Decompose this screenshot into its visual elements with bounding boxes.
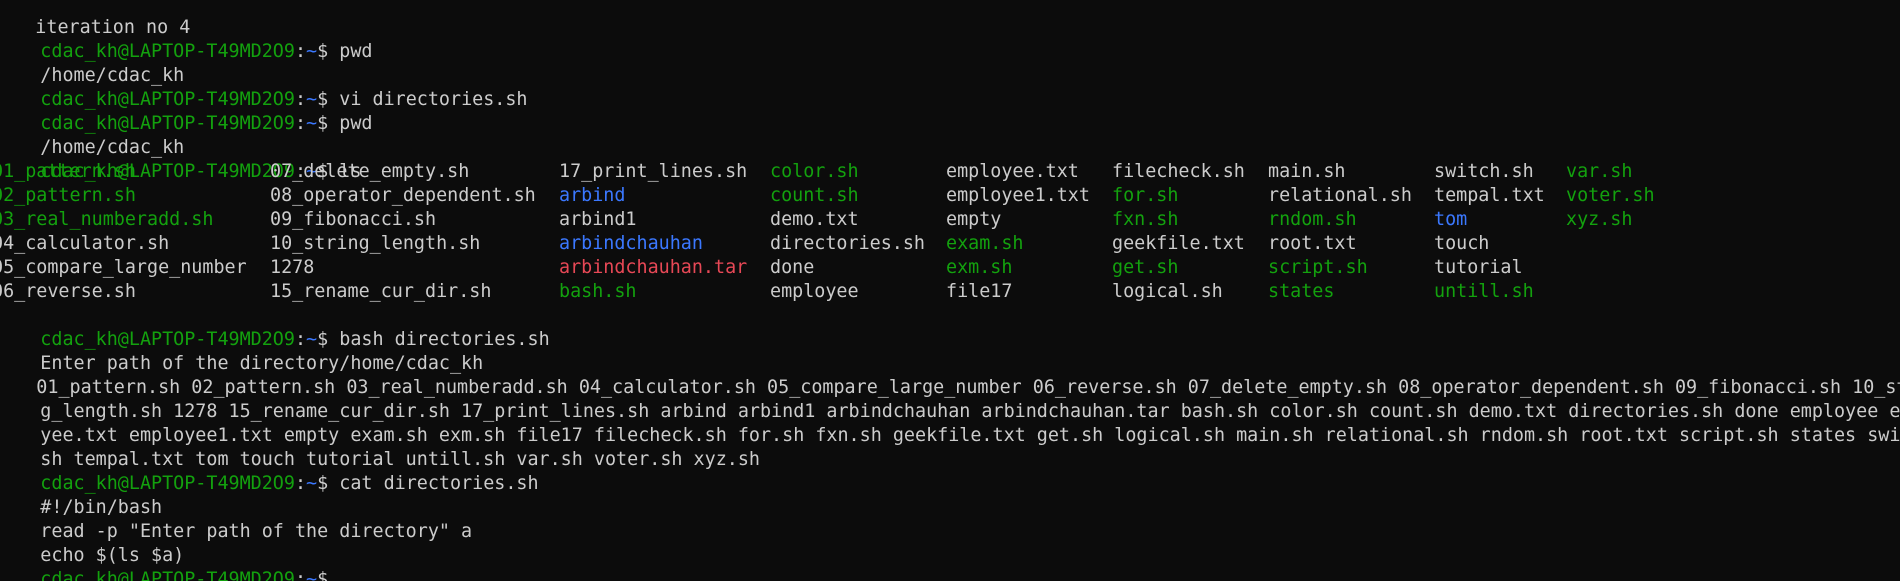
ls-output-row: 03_real_numberadd.sh 09_fibonacci.sh arb…: [0, 208, 1900, 232]
ls-entry: 17_print_lines.sh: [559, 161, 748, 182]
ls-entry: arbindchauhan.tar: [559, 257, 748, 278]
ls-entry: tom: [1434, 209, 1468, 230]
ls-entry: 02_pattern.sh: [0, 185, 136, 206]
ls-entry: 10_string_length.sh: [270, 233, 481, 254]
ls-output-row: 04_calculator.sh 10_string_length.sh arb…: [0, 232, 1900, 256]
prompt-symbol: $: [317, 569, 329, 581]
ls-entry: employee.txt: [946, 161, 1079, 182]
terminal-window[interactable]: iteration no 4 cdac_kh@LAPTOP-T49MD2O9:~…: [0, 0, 1900, 581]
ls-entry: 15_rename_cur_dir.sh: [270, 281, 492, 302]
prompt-symbol: $: [317, 473, 329, 494]
ls-entry: 1278: [270, 257, 315, 278]
ls-entry: arbind: [559, 185, 626, 206]
ls-entry: states: [1268, 281, 1335, 302]
command-text: pwd: [328, 113, 373, 134]
command-text: cat directories.sh: [328, 473, 539, 494]
ls-entry: done: [770, 257, 815, 278]
prompt-path: ~: [306, 113, 318, 134]
ls-entry: touch: [1434, 233, 1490, 254]
ls-entry: 06_reverse.sh: [0, 281, 136, 302]
ls-entry: main.sh: [1268, 161, 1346, 182]
terminal-output-line: #!/bin/bash: [0, 472, 162, 518]
prompt-symbol: $: [317, 41, 329, 62]
terminal-output-line: Enter path of the directory/home/cdac_kh: [0, 328, 483, 374]
prompt-line: cdac_kh@LAPTOP-T49MD2O9:~$ vi directorie…: [40, 89, 528, 110]
ls-entry: get.sh: [1112, 257, 1179, 278]
ls-entry: 03_real_numberadd.sh: [0, 209, 214, 230]
ls-entry: color.sh: [770, 161, 859, 182]
prompt-symbol: $: [317, 113, 329, 134]
command-input[interactable]: [328, 569, 339, 581]
terminal-output-line: 01_pattern.sh 02_pattern.sh 03_real_numb…: [0, 352, 1900, 398]
prompt-line: cdac_kh@LAPTOP-T49MD2O9:~$ pwd: [40, 41, 373, 62]
ls-entry: logical.sh: [1112, 281, 1223, 302]
text-cursor: [339, 569, 350, 581]
prompt-path: ~: [306, 41, 318, 62]
prompt-user-host: cdac_kh@LAPTOP-T49MD2O9: [40, 569, 295, 581]
ls-entry: filecheck.sh: [1112, 161, 1245, 182]
ls-entry: 08_operator_dependent.sh: [270, 185, 536, 206]
ls-entry: arbind1: [559, 209, 637, 230]
ls-entry: var.sh: [1566, 161, 1633, 182]
prompt-path: ~: [306, 569, 318, 581]
terminal-output-line: /home/cdac_kh: [0, 112, 184, 158]
prompt-line[interactable]: cdac_kh@LAPTOP-T49MD2O9:~$: [0, 544, 350, 581]
ls-entry: file17: [946, 281, 1013, 302]
ls-entry: exam.sh: [946, 233, 1024, 254]
ls-output-row: 05_compare_large_number 1278 arbindchauh…: [0, 256, 1900, 280]
ls-entry: 05_compare_large_number: [0, 257, 247, 278]
ls-output-row: 01_pattern.sh 07_delete_empty.sh 17_prin…: [0, 160, 1900, 184]
ls-entry: for.sh: [1112, 185, 1179, 206]
ls-entry: employee: [770, 281, 859, 302]
terminal-output-line: iteration no 4: [0, 0, 190, 38]
ls-entry: geekfile.txt: [1112, 233, 1245, 254]
terminal-output-line: sh tempal.txt tom touch tutorial untill.…: [0, 424, 760, 470]
ls-entry: tutorial: [1434, 257, 1523, 278]
ls-entry: tempal.txt: [1434, 185, 1545, 206]
ls-entry: fxn.sh: [1112, 209, 1179, 230]
terminal-output-line: read -p "Enter path of the directory" a: [0, 496, 472, 542]
ls-entry: rndom.sh: [1268, 209, 1357, 230]
ls-entry: demo.txt: [770, 209, 859, 230]
ls-output-row: 06_reverse.sh 15_rename_cur_dir.sh bash.…: [0, 280, 1900, 304]
prompt-path: ~: [306, 473, 318, 494]
ls-entry: untill.sh: [1434, 281, 1534, 302]
prompt-line: cdac_kh@LAPTOP-T49MD2O9:~$ cat directori…: [40, 473, 539, 494]
ls-entry: 09_fibonacci.sh: [270, 209, 437, 230]
command-text: pwd: [328, 41, 373, 62]
terminal-output-line: /home/cdac_kh: [0, 40, 184, 86]
ls-entry: 01_pattern.sh: [0, 161, 136, 182]
ls-entry: arbindchauhan: [559, 233, 703, 254]
ls-entry: switch.sh: [1434, 161, 1534, 182]
ls-entry: root.txt: [1268, 233, 1357, 254]
ls-entry: directories.sh: [770, 233, 926, 254]
ls-entry: exm.sh: [946, 257, 1013, 278]
prompt-line: cdac_kh@LAPTOP-T49MD2O9:~$ ls: [40, 161, 362, 182]
ls-entry: 04_calculator.sh: [0, 233, 170, 254]
ls-entry: bash.sh: [559, 281, 637, 302]
ls-entry: script.sh: [1268, 257, 1368, 278]
prompt-line: cdac_kh@LAPTOP-T49MD2O9:~$ pwd: [40, 113, 373, 134]
terminal-output-line: echo $(ls $a): [0, 520, 184, 566]
ls-entry: 07_delete_empty.sh: [270, 161, 470, 182]
terminal-output-line: g_length.sh 1278 15_rename_cur_dir.sh 17…: [0, 376, 1900, 422]
ls-entry: employee1.txt: [946, 185, 1090, 206]
ls-entry: empty: [946, 209, 1002, 230]
ls-entry: count.sh: [770, 185, 859, 206]
ls-entry: xyz.sh: [1566, 209, 1633, 230]
ls-entry: voter.sh: [1566, 185, 1655, 206]
ls-output-row: 02_pattern.sh 08_operator_dependent.sh a…: [0, 184, 1900, 208]
ls-entry: relational.sh: [1268, 185, 1412, 206]
terminal-output-line: yee.txt employee1.txt empty exam.sh exm.…: [0, 400, 1900, 446]
prompt-line: cdac_kh@LAPTOP-T49MD2O9:~$ bash director…: [40, 329, 550, 350]
